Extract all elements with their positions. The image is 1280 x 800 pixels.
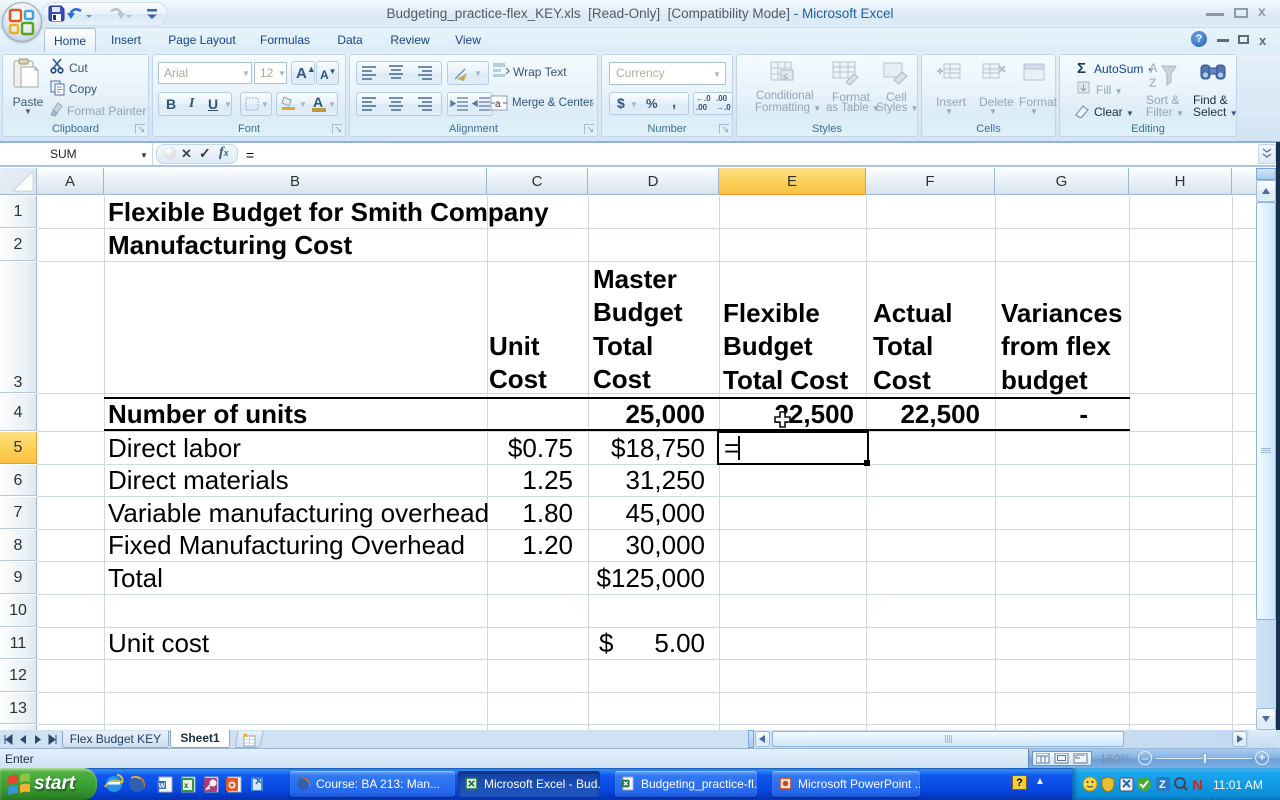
svg-text:W: W [159, 783, 166, 790]
svg-text:Z: Z [1149, 76, 1156, 90]
svg-text:A: A [1149, 61, 1158, 75]
svg-text:≤: ≤ [783, 71, 788, 81]
svg-text:x: x [184, 781, 189, 790]
svg-text:N: N [1192, 777, 1203, 793]
svg-text:a: a [495, 99, 501, 110]
svg-text:Z: Z [1159, 779, 1166, 791]
